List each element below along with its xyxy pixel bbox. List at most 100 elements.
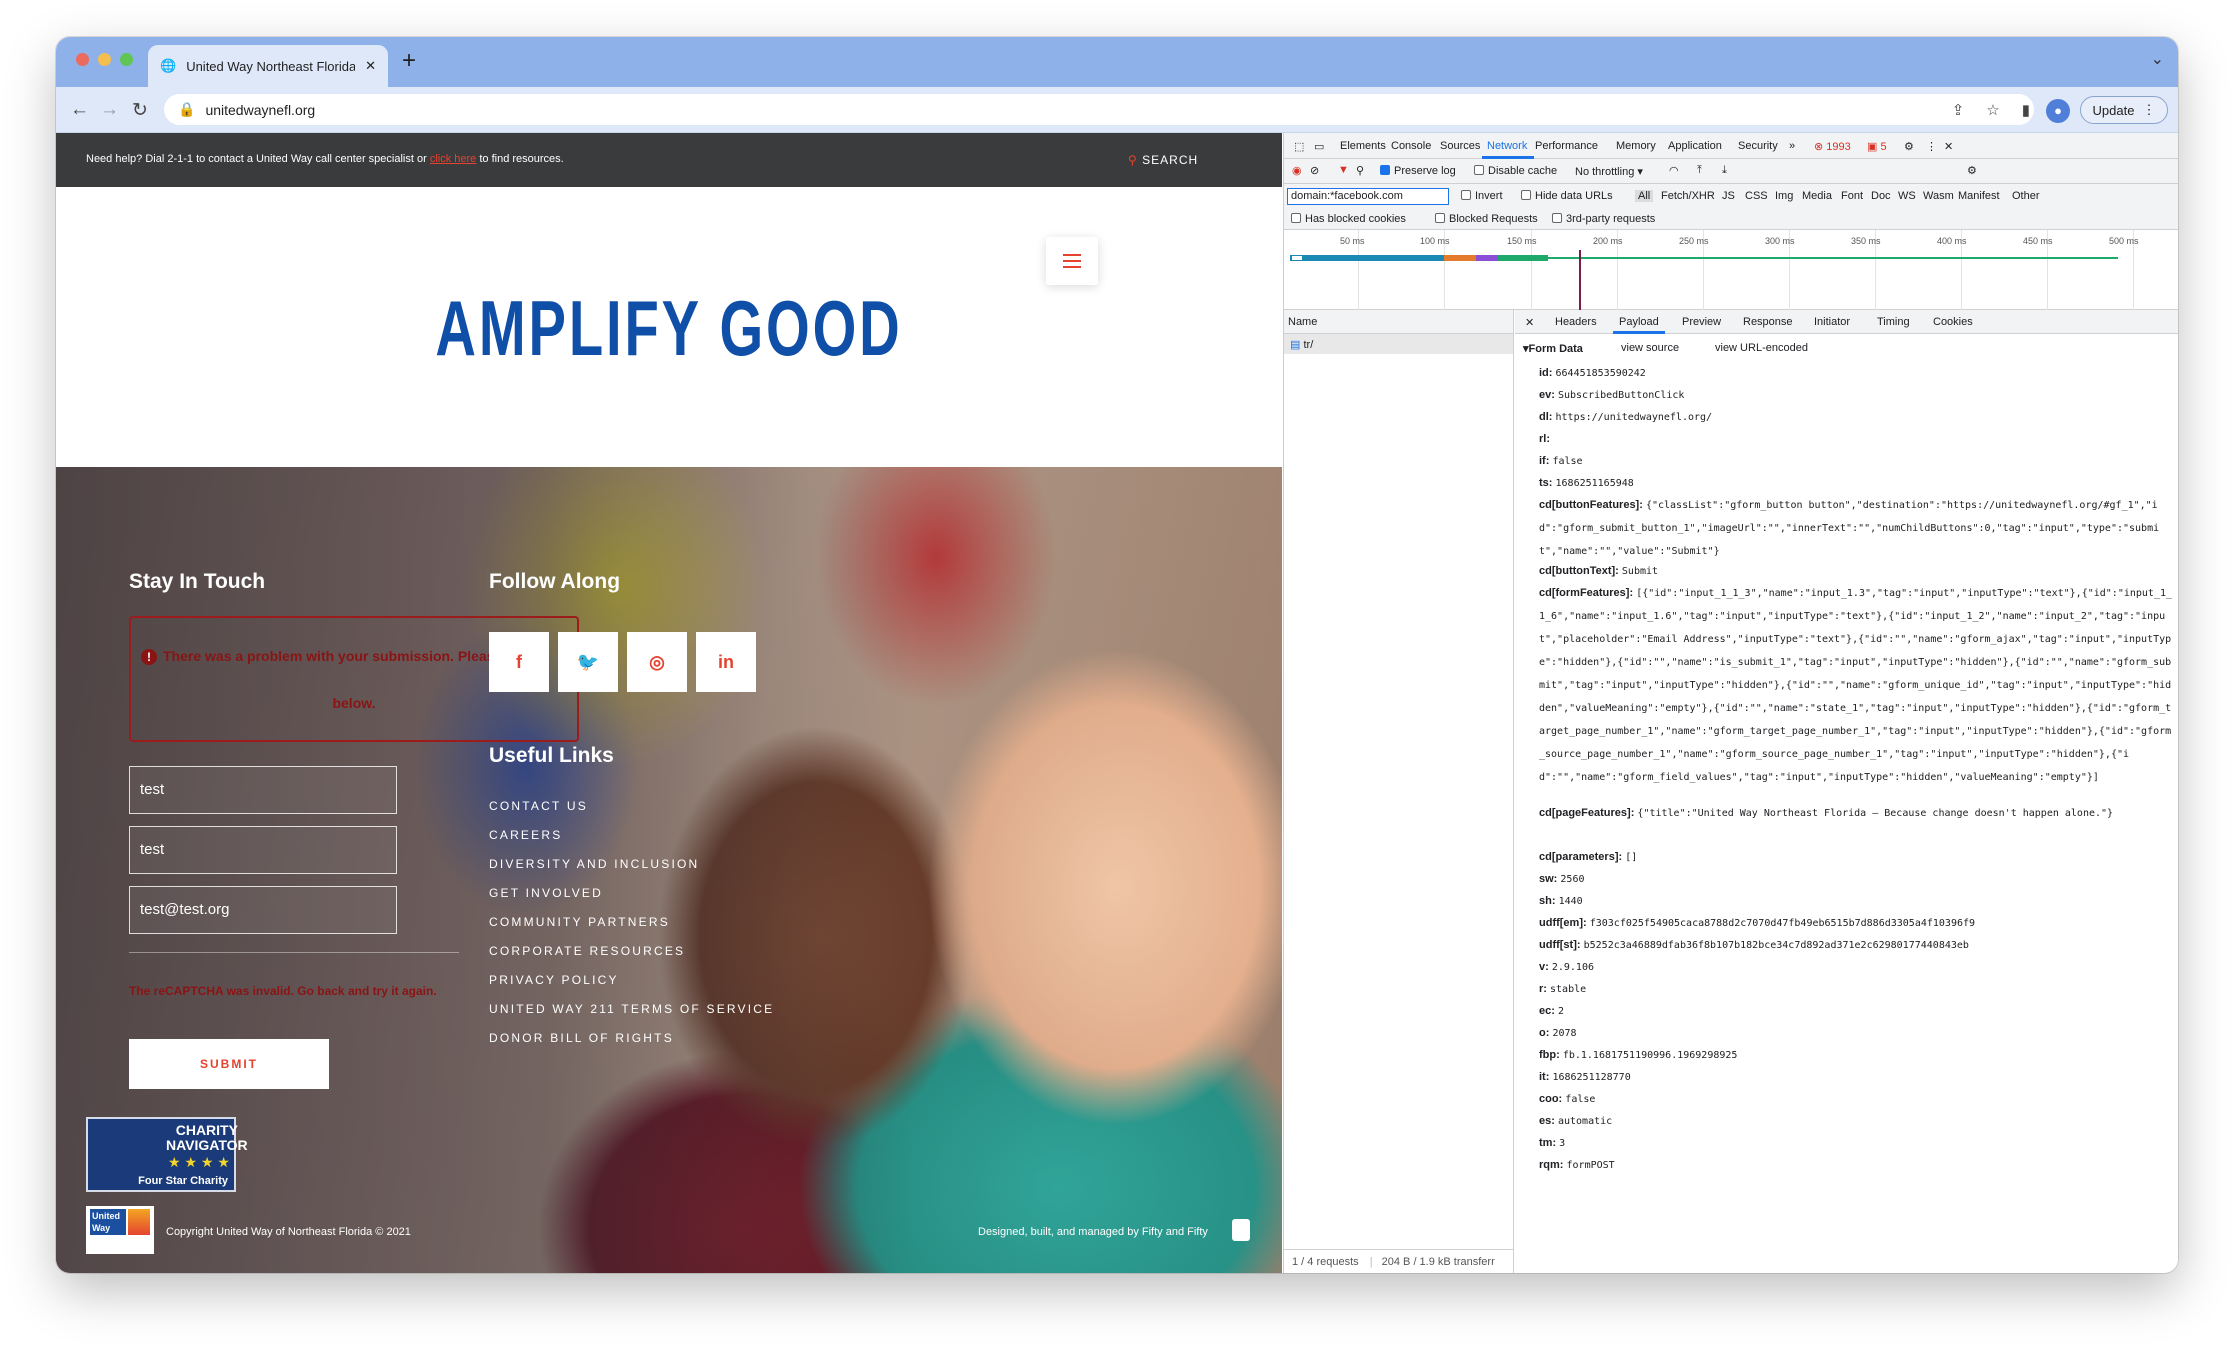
link-contact-us[interactable]: CONTACT US [489, 799, 774, 828]
request-row[interactable]: ▤ tr/ [1284, 334, 1513, 354]
tab-timing[interactable]: Timing [1877, 316, 1910, 328]
close-detail-icon[interactable]: ✕ [1525, 316, 1534, 329]
reload-icon[interactable]: ↻ [132, 99, 148, 122]
back-arrow-icon[interactable]: ← [70, 99, 89, 121]
type-filter-fetch[interactable]: Fetch/XHR [1661, 190, 1715, 202]
throttling-select[interactable]: No throttling ▾ [1575, 165, 1643, 178]
submit-button[interactable]: SUBMIT [129, 1039, 329, 1089]
type-filter-manifest[interactable]: Manifest [1958, 190, 2000, 202]
linkedin-icon[interactable]: in [696, 632, 756, 692]
type-filter-all[interactable]: All [1635, 190, 1654, 202]
update-button[interactable]: Update ⋮ [2080, 96, 2168, 124]
tab-elements[interactable]: Elements [1340, 140, 1386, 152]
view-url-encoded-link[interactable]: view URL-encoded [1715, 342, 1808, 354]
browser-tab[interactable]: 🌐 United Way Northeast Florida - ✕ [148, 45, 388, 87]
address-bar[interactable]: 🔒 unitedwaynefl.org [164, 94, 2034, 125]
warning-count-badge[interactable]: ▣ 5 [1867, 140, 1887, 153]
forward-arrow-icon[interactable]: → [100, 99, 119, 121]
devtools-kebab-icon[interactable]: ⋮ [1926, 140, 1937, 153]
filter-icon[interactable]: ▼ [1338, 164, 1349, 176]
link-211-terms[interactable]: UNITED WAY 211 TERMS OF SERVICE [489, 1002, 774, 1031]
close-tab-icon[interactable]: ✕ [365, 58, 376, 74]
instagram-icon[interactable]: ◎ [627, 632, 687, 692]
hide-data-urls-checkbox[interactable]: Hide data URLs [1521, 190, 1613, 202]
type-filter-media[interactable]: Media [1802, 190, 1832, 202]
link-get-involved[interactable]: GET INVOLVED [489, 886, 774, 915]
charity-navigator-badge[interactable]: CHARITY NAVIGATOR ★ ★ ★ ★ Four Star Chari… [86, 1117, 248, 1192]
link-corporate-resources[interactable]: CORPORATE RESOURCES [489, 944, 774, 973]
request-summary: 1 / 4 requests | 204 B / 1.9 kB transfer… [1284, 1249, 1513, 1273]
name-column-header[interactable]: Name [1284, 310, 1513, 334]
import-har-icon[interactable]: ⤒ [1697, 164, 1702, 177]
view-source-link[interactable]: view source [1621, 342, 1679, 354]
type-filter-doc[interactable]: Doc [1871, 190, 1891, 202]
bookmark-star-icon[interactable]: ☆ [1986, 101, 1999, 119]
link-donor-bill[interactable]: DONOR BILL OF RIGHTS [489, 1031, 774, 1060]
filter-input[interactable]: domain:*facebook.com [1287, 188, 1449, 205]
settings-gear-icon[interactable]: ⚙ [1904, 140, 1914, 153]
tab-console[interactable]: Console [1391, 140, 1431, 152]
type-filter-other[interactable]: Other [2012, 190, 2040, 202]
type-filter-js[interactable]: JS [1722, 190, 1735, 202]
form-data-toggle[interactable]: ▾Form Data [1523, 342, 1583, 355]
third-party-checkbox[interactable]: 3rd-party requests [1552, 213, 1655, 225]
payload-key: cd[buttonFeatures]: [1539, 499, 1643, 511]
inspect-icon[interactable]: ⬚ [1294, 140, 1304, 153]
hamburger-menu-icon[interactable] [1046, 237, 1098, 285]
tab-preview[interactable]: Preview [1682, 316, 1721, 328]
search-icon[interactable]: ⚲ [1356, 164, 1364, 177]
link-diversity[interactable]: DIVERSITY AND INCLUSION [489, 857, 774, 886]
first-name-field[interactable]: test [129, 766, 397, 814]
tab-memory[interactable]: Memory [1616, 140, 1656, 152]
error-count-badge[interactable]: ⊗ 1993 [1814, 140, 1851, 153]
new-tab-icon[interactable]: + [402, 47, 416, 75]
tab-initiator[interactable]: Initiator [1814, 316, 1850, 328]
twitter-icon[interactable]: 🐦 [558, 632, 618, 692]
invert-checkbox[interactable]: Invert [1461, 190, 1503, 202]
link-privacy-policy[interactable]: PRIVACY POLICY [489, 973, 774, 1002]
device-toolbar-icon[interactable]: ▭ [1314, 140, 1324, 153]
type-filter-css[interactable]: CSS [1745, 190, 1768, 202]
preserve-log-checkbox[interactable]: Preserve log [1380, 165, 1456, 177]
disable-cache-checkbox[interactable]: Disable cache [1474, 165, 1557, 177]
click-here-link[interactable]: click here [430, 153, 476, 165]
more-tabs-icon[interactable]: » [1789, 140, 1795, 152]
tab-response[interactable]: Response [1743, 316, 1793, 328]
type-filter-ws[interactable]: WS [1898, 190, 1916, 202]
close-window-icon[interactable] [76, 53, 89, 66]
minimize-window-icon[interactable] [98, 53, 111, 66]
designed-by-text[interactable]: Designed, built, and managed by Fifty an… [978, 1226, 1208, 1238]
tab-cookies[interactable]: Cookies [1933, 316, 1973, 328]
fifty-and-fifty-icon[interactable] [1232, 1219, 1250, 1241]
tab-payload[interactable]: Payload [1619, 316, 1659, 328]
type-filter-wasm[interactable]: Wasm [1923, 190, 1954, 202]
blocked-requests-checkbox[interactable]: Blocked Requests [1435, 213, 1538, 225]
side-panel-icon[interactable]: ▮ [2022, 101, 2030, 119]
network-settings-icon[interactable]: ⚙ [1967, 164, 1977, 177]
link-community-partners[interactable]: COMMUNITY PARTNERS [489, 915, 774, 944]
tab-application[interactable]: Application [1668, 140, 1722, 152]
profile-avatar-icon[interactable]: ● [2046, 99, 2070, 123]
tab-security[interactable]: Security [1738, 140, 1778, 152]
has-blocked-cookies-checkbox[interactable]: Has blocked cookies [1291, 213, 1406, 225]
clear-icon[interactable]: ⊘ [1310, 164, 1319, 177]
close-devtools-icon[interactable]: ✕ [1944, 140, 1953, 153]
type-filter-img[interactable]: Img [1775, 190, 1793, 202]
united-way-logo[interactable]: United Way [86, 1206, 154, 1254]
tab-search-icon[interactable]: ⌄ [2151, 49, 2164, 69]
link-careers[interactable]: CAREERS [489, 828, 774, 857]
network-conditions-icon[interactable]: ◠ [1669, 164, 1679, 177]
type-filter-font[interactable]: Font [1841, 190, 1863, 202]
record-icon[interactable]: ◉ [1292, 164, 1302, 177]
export-har-icon[interactable]: ⤓ [1722, 164, 1727, 177]
site-search-button[interactable]: ⚲ SEARCH [1128, 153, 1198, 167]
email-field[interactable]: test@test.org [129, 886, 397, 934]
tab-performance[interactable]: Performance [1535, 140, 1598, 152]
tab-sources[interactable]: Sources [1440, 140, 1480, 152]
tab-headers[interactable]: Headers [1555, 316, 1597, 328]
tab-network[interactable]: Network [1487, 140, 1527, 152]
maximize-window-icon[interactable] [120, 53, 133, 66]
last-name-field[interactable]: test [129, 826, 397, 874]
share-icon[interactable]: ⇪ [1952, 101, 1965, 119]
facebook-icon[interactable]: f [489, 632, 549, 692]
